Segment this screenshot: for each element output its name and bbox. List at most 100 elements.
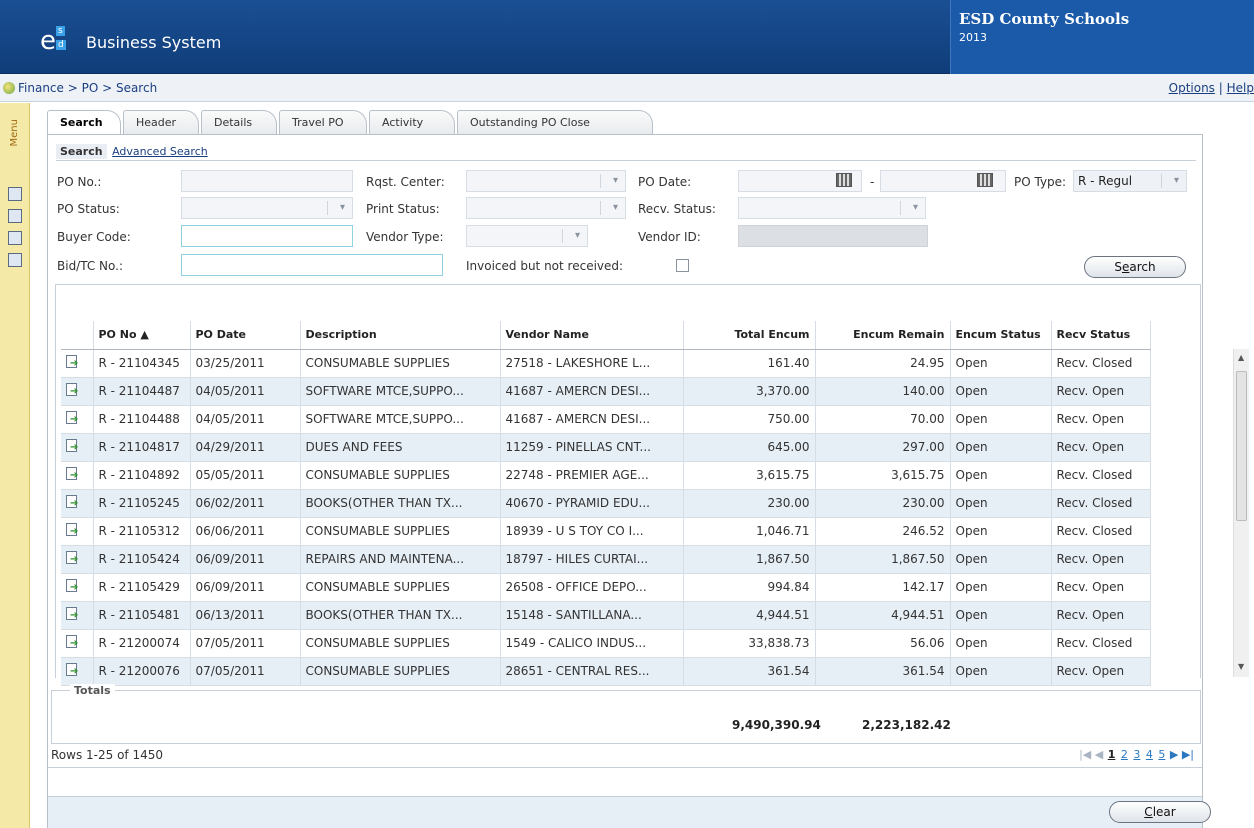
calendar-icon[interactable] — [977, 173, 993, 187]
scroll-up-icon[interactable]: ▲ — [1238, 353, 1244, 362]
row-open-cell[interactable] — [61, 405, 94, 434]
clear-button[interactable]: Clear — [1109, 801, 1211, 823]
report-icon[interactable] — [8, 209, 22, 223]
tab-outstanding-po-close[interactable]: Outstanding PO Close — [457, 110, 653, 134]
next-page-icon[interactable]: ▶ — [1170, 748, 1178, 761]
rows-info: Rows 1-25 of 1450 — [51, 748, 163, 762]
open-record-icon[interactable] — [65, 522, 79, 537]
district-name: ESD County Schools — [959, 10, 1130, 28]
po-no-cell: R - 21104345 — [93, 349, 191, 378]
table-row[interactable]: R - 2110489205/05/2011CONSUMABLE SUPPLIE… — [61, 461, 1151, 490]
options-link[interactable]: Options — [1169, 81, 1215, 95]
row-open-cell[interactable] — [61, 349, 94, 378]
table-row[interactable]: R - 2120007407/05/2011CONSUMABLE SUPPLIE… — [61, 629, 1151, 658]
side-menu-strip[interactable]: Menu — [0, 103, 30, 828]
column-header-po-no[interactable]: PO No ▲ — [93, 321, 191, 350]
calendar-icon[interactable] — [836, 173, 852, 187]
print-status-select[interactable] — [466, 197, 626, 219]
bid-tc-input[interactable] — [181, 254, 443, 276]
tab-activity[interactable]: Activity — [369, 110, 455, 134]
row-open-cell[interactable] — [61, 433, 94, 462]
open-record-icon[interactable] — [65, 438, 79, 453]
encum-status-cell: Open — [950, 433, 1052, 462]
tab-travel-po[interactable]: Travel PO — [279, 110, 367, 134]
row-open-cell[interactable] — [61, 601, 94, 630]
breadcrumb[interactable]: Finance > PO > Search — [18, 81, 157, 95]
table-row[interactable]: R - 2110448804/05/2011SOFTWARE MTCE,SUPP… — [61, 405, 1151, 434]
print-icon[interactable] — [8, 187, 22, 201]
column-header-description[interactable]: Description — [300, 321, 501, 350]
open-record-icon[interactable] — [65, 494, 79, 509]
row-open-cell[interactable] — [61, 461, 94, 490]
page-link-5[interactable]: 5 — [1158, 748, 1165, 761]
first-page-icon: |◀ — [1079, 748, 1092, 761]
page-link-3[interactable]: 3 — [1133, 748, 1140, 761]
table-row[interactable]: R - 2110481704/29/2011DUES AND FEES11259… — [61, 433, 1151, 462]
scrollbar-thumb[interactable] — [1236, 371, 1247, 521]
tab-details[interactable]: Details — [201, 110, 277, 134]
open-record-icon[interactable] — [65, 606, 79, 621]
po-no-cell: R - 21105245 — [93, 489, 191, 518]
tab-search[interactable]: Search — [47, 110, 121, 134]
vendor-type-select[interactable] — [466, 225, 588, 247]
page-link-1[interactable]: 1 — [1108, 748, 1116, 761]
scroll-down-icon[interactable]: ▼ — [1238, 662, 1244, 671]
search-button[interactable]: Search — [1084, 256, 1186, 278]
recv-status-select[interactable] — [738, 197, 926, 219]
column-header-vendor-name[interactable]: Vendor Name — [500, 321, 684, 350]
table-row[interactable]: R - 2110531206/06/2011CONSUMABLE SUPPLIE… — [61, 517, 1151, 546]
subtab-search[interactable]: Search — [56, 144, 107, 159]
open-record-icon[interactable] — [65, 634, 79, 649]
po-no-cell: R - 21105424 — [93, 545, 191, 574]
last-page-icon[interactable]: ▶| — [1182, 748, 1194, 761]
buyer-code-input[interactable] — [181, 225, 353, 247]
table-row[interactable]: R - 2110548106/13/2011BOOKS(OTHER THAN T… — [61, 601, 1151, 630]
open-record-icon[interactable] — [65, 410, 79, 425]
page-link-4[interactable]: 4 — [1146, 748, 1153, 761]
po-no-input[interactable] — [181, 170, 353, 192]
row-open-cell[interactable] — [61, 629, 94, 658]
recv-status-cell: Recv. Closed — [1051, 489, 1151, 518]
tab-header[interactable]: Header — [123, 110, 199, 134]
vendor-name-cell: 41687 - AMERCN DESI... — [500, 405, 684, 434]
po-type-select[interactable]: R - Regul — [1073, 170, 1187, 192]
totals-section: Totals 9,490,390.94 2,223,182.42 — [51, 684, 1201, 744]
invoiced-not-received-checkbox[interactable] — [676, 259, 689, 272]
row-open-cell[interactable] — [61, 657, 94, 686]
open-record-icon[interactable] — [65, 382, 79, 397]
encum-status-cell: Open — [950, 349, 1052, 378]
open-record-icon[interactable] — [65, 578, 79, 593]
row-open-cell[interactable] — [61, 377, 94, 406]
table-row[interactable]: R - 2110434503/25/2011CONSUMABLE SUPPLIE… — [61, 349, 1151, 378]
column-header-total-encum[interactable]: Total Encum — [683, 321, 816, 350]
recv-status-cell: Recv. Open — [1051, 573, 1151, 602]
exit-icon[interactable] — [8, 253, 22, 267]
po-status-select[interactable] — [181, 197, 353, 219]
subtab-advanced-search[interactable]: Advanced Search — [112, 145, 208, 158]
grid-scrollbar[interactable]: ▲ ▼ — [1233, 349, 1249, 677]
table-row[interactable]: R - 2110448704/05/2011SOFTWARE MTCE,SUPP… — [61, 377, 1151, 406]
open-record-icon[interactable] — [65, 354, 79, 369]
open-record-icon[interactable] — [65, 662, 79, 677]
row-open-cell[interactable] — [61, 489, 94, 518]
table-row[interactable]: R - 2110524506/02/2011BOOKS(OTHER THAN T… — [61, 489, 1151, 518]
open-record-icon[interactable] — [65, 550, 79, 565]
row-open-cell[interactable] — [61, 545, 94, 574]
row-open-cell[interactable] — [61, 573, 94, 602]
page-link-2[interactable]: 2 — [1121, 748, 1128, 761]
menu-label[interactable]: Menu — [9, 119, 20, 146]
column-header-encum-status[interactable]: Encum Status — [950, 321, 1052, 350]
vendor-name-cell: 28651 - CENTRAL RES... — [500, 657, 684, 686]
open-record-icon[interactable] — [65, 466, 79, 481]
table-row[interactable]: R - 2110542906/09/2011CONSUMABLE SUPPLIE… — [61, 573, 1151, 602]
results-grid-container: PO No ▲ PO Date Description Vendor Name … — [55, 284, 1201, 686]
row-open-cell[interactable] — [61, 517, 94, 546]
table-row[interactable]: R - 2120007607/05/2011CONSUMABLE SUPPLIE… — [61, 657, 1151, 686]
column-header-po-date[interactable]: PO Date — [190, 321, 301, 350]
column-header-encum-remain[interactable]: Encum Remain — [815, 321, 951, 350]
table-row[interactable]: R - 2110542406/09/2011REPAIRS AND MAINTE… — [61, 545, 1151, 574]
column-header-recv-status[interactable]: Recv Status — [1051, 321, 1151, 350]
help-link[interactable]: Help — [1227, 81, 1254, 95]
rqst-center-select[interactable] — [466, 170, 626, 192]
calculator-icon[interactable] — [8, 231, 22, 245]
